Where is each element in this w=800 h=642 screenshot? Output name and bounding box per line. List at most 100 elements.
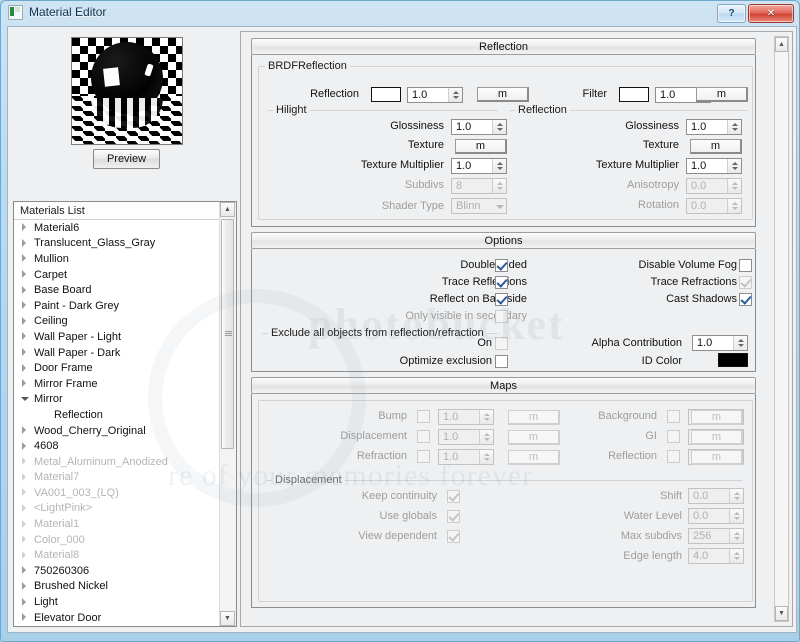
reflection-color-swatch[interactable] bbox=[371, 87, 401, 102]
reflection-texture-map-button[interactable]: m bbox=[690, 139, 742, 154]
material-list-item[interactable]: Reflection bbox=[14, 407, 220, 423]
rollout-header-options[interactable]: Options bbox=[251, 232, 756, 249]
material-list-item[interactable]: VA001_003_(LQ) bbox=[14, 485, 220, 501]
rollout-header-maps[interactable]: Maps bbox=[251, 377, 756, 394]
chevron-right-icon[interactable] bbox=[21, 348, 30, 357]
help-button[interactable]: ? bbox=[717, 4, 746, 23]
material-list-item[interactable]: Wood_Cherry_Original bbox=[14, 423, 220, 439]
spinner-arrows-icon[interactable] bbox=[727, 159, 741, 173]
checkbox-disable-volume-fog[interactable] bbox=[739, 259, 752, 272]
alpha-contribution-spinner[interactable]: 1.0 bbox=[692, 335, 748, 351]
material-list-item[interactable]: Base Board bbox=[14, 282, 220, 298]
hilight-glossiness-spinner[interactable]: 1.0 bbox=[451, 119, 507, 135]
checkbox-reflect-on-backside[interactable] bbox=[495, 293, 508, 306]
material-list-item-label: Door Frame bbox=[34, 362, 93, 375]
chevron-right-icon[interactable] bbox=[21, 519, 30, 529]
rollouts-scrollbar[interactable]: ▲ ▼ bbox=[774, 36, 789, 622]
material-list-item[interactable]: Door Frame bbox=[14, 360, 220, 376]
scroll-up-icon[interactable]: ▲ bbox=[775, 37, 788, 52]
checkbox-trace-reflections[interactable] bbox=[495, 276, 508, 289]
material-list-item[interactable]: Wall Paper - Light bbox=[14, 329, 220, 345]
material-list-item[interactable]: Elevator Door bbox=[14, 610, 220, 626]
chevron-right-icon[interactable] bbox=[21, 285, 30, 295]
hilight-glossiness-value: 1.0 bbox=[456, 121, 472, 133]
chevron-right-icon[interactable] bbox=[21, 254, 30, 263]
reflection-texture-multiplier-spinner[interactable]: 1.0 bbox=[686, 158, 742, 174]
material-list-item[interactable]: Wall Paper - Dark bbox=[14, 345, 220, 361]
material-list-item[interactable]: Light bbox=[14, 594, 220, 610]
scroll-up-icon[interactable]: ▲ bbox=[220, 202, 235, 217]
chevron-right-icon[interactable] bbox=[21, 566, 30, 575]
material-list-item[interactable]: Color_002 bbox=[14, 625, 220, 626]
chevron-right-icon[interactable] bbox=[21, 503, 30, 513]
materials-list-scrollbar[interactable]: ▲ ▼ bbox=[219, 202, 236, 626]
checkbox-cast-shadows[interactable] bbox=[739, 293, 752, 306]
material-list-item[interactable]: Mullion bbox=[14, 251, 220, 267]
label-anisotropy: Anisotropy bbox=[627, 179, 679, 191]
material-list-item[interactable]: <LightPink> bbox=[14, 501, 220, 517]
chevron-right-icon[interactable] bbox=[21, 270, 30, 279]
checkbox-optimize-exclusion[interactable] bbox=[495, 355, 508, 368]
spinner-arrows-icon[interactable] bbox=[492, 120, 506, 134]
material-list-item[interactable]: Ceiling bbox=[14, 314, 220, 330]
material-list-item-label: Color_000 bbox=[34, 533, 85, 546]
material-list-item[interactable]: 4608 bbox=[14, 438, 220, 454]
material-list-item[interactable]: Metal_Aluminum_Anodized bbox=[14, 454, 220, 470]
chevron-right-icon[interactable] bbox=[21, 535, 30, 544]
material-list-item[interactable]: Carpet bbox=[14, 267, 220, 283]
spinner-arrows-icon[interactable] bbox=[448, 88, 462, 102]
scroll-down-icon[interactable]: ▼ bbox=[775, 606, 788, 621]
chevron-right-icon[interactable] bbox=[21, 441, 30, 451]
chevron-right-icon[interactable] bbox=[21, 550, 30, 560]
chevron-right-icon[interactable] bbox=[21, 316, 30, 326]
material-list-item[interactable]: Material6 bbox=[14, 220, 220, 236]
chevron-right-icon[interactable] bbox=[21, 426, 30, 435]
reflection-glossiness-spinner[interactable]: 1.0 bbox=[686, 119, 742, 135]
anisotropy-spinner: 0.0 bbox=[686, 178, 742, 194]
id-color-swatch[interactable] bbox=[718, 353, 748, 367]
material-list-item[interactable]: Material7 bbox=[14, 470, 220, 486]
chevron-right-icon[interactable] bbox=[21, 332, 30, 341]
spinner-arrows-icon[interactable] bbox=[727, 120, 741, 134]
reflection-amount-spinner[interactable]: 1.0 bbox=[407, 87, 463, 103]
label-reflection-texture: Texture bbox=[642, 139, 679, 151]
label-shader-type: Shader Type bbox=[381, 200, 444, 212]
chevron-right-icon[interactable] bbox=[21, 581, 30, 591]
material-list-item[interactable]: Translucent_Glass_Gray bbox=[14, 236, 220, 252]
materials-list-scrollarea[interactable]: Material6 Translucent_Glass_Gray Mullion Ca… bbox=[14, 220, 220, 626]
preview-button[interactable]: Preview bbox=[93, 149, 160, 169]
material-list-item[interactable]: Paint - Dark Grey bbox=[14, 298, 220, 314]
material-list-item[interactable]: 750260306 bbox=[14, 563, 220, 579]
chevron-right-icon[interactable] bbox=[21, 379, 30, 388]
scrollbar-thumb[interactable] bbox=[221, 219, 234, 449]
chevron-right-icon[interactable] bbox=[21, 301, 30, 310]
chevron-down-icon[interactable] bbox=[21, 395, 30, 404]
chevron-right-icon[interactable] bbox=[21, 488, 30, 497]
checkbox-maps-reflection bbox=[667, 450, 680, 463]
chevron-right-icon[interactable] bbox=[21, 457, 30, 466]
chevron-right-icon[interactable] bbox=[21, 223, 30, 232]
hilight-texture-multiplier-spinner[interactable]: 1.0 bbox=[451, 158, 507, 174]
filter-map-button[interactable]: m bbox=[696, 87, 748, 102]
checkbox-keep-continuity bbox=[447, 490, 460, 503]
close-button[interactable]: ✕ bbox=[748, 4, 794, 23]
chevron-right-icon[interactable] bbox=[21, 363, 30, 373]
scroll-down-icon[interactable]: ▼ bbox=[220, 611, 235, 626]
material-list-item[interactable]: Mirror bbox=[14, 392, 220, 408]
chevron-right-icon[interactable] bbox=[21, 238, 30, 248]
chevron-right-icon[interactable] bbox=[21, 613, 30, 622]
material-list-item[interactable]: Material1 bbox=[14, 516, 220, 532]
spinner-arrows-icon[interactable] bbox=[492, 159, 506, 173]
chevron-right-icon[interactable] bbox=[21, 597, 30, 607]
spinner-arrows-icon[interactable] bbox=[733, 336, 747, 350]
material-list-item[interactable]: Mirror Frame bbox=[14, 376, 220, 392]
chevron-right-icon[interactable] bbox=[21, 472, 30, 482]
filter-color-swatch[interactable] bbox=[619, 87, 649, 102]
material-list-item[interactable]: Color_000 bbox=[14, 532, 220, 548]
checkbox-double-sided[interactable] bbox=[495, 259, 508, 272]
material-list-item[interactable]: Brushed Nickel bbox=[14, 579, 220, 595]
hilight-texture-map-button[interactable]: m bbox=[455, 139, 507, 154]
material-list-item[interactable]: Material8 bbox=[14, 547, 220, 563]
rollout-header-reflection[interactable]: Reflection bbox=[251, 38, 756, 55]
checkbox-view-dependent bbox=[447, 530, 460, 543]
